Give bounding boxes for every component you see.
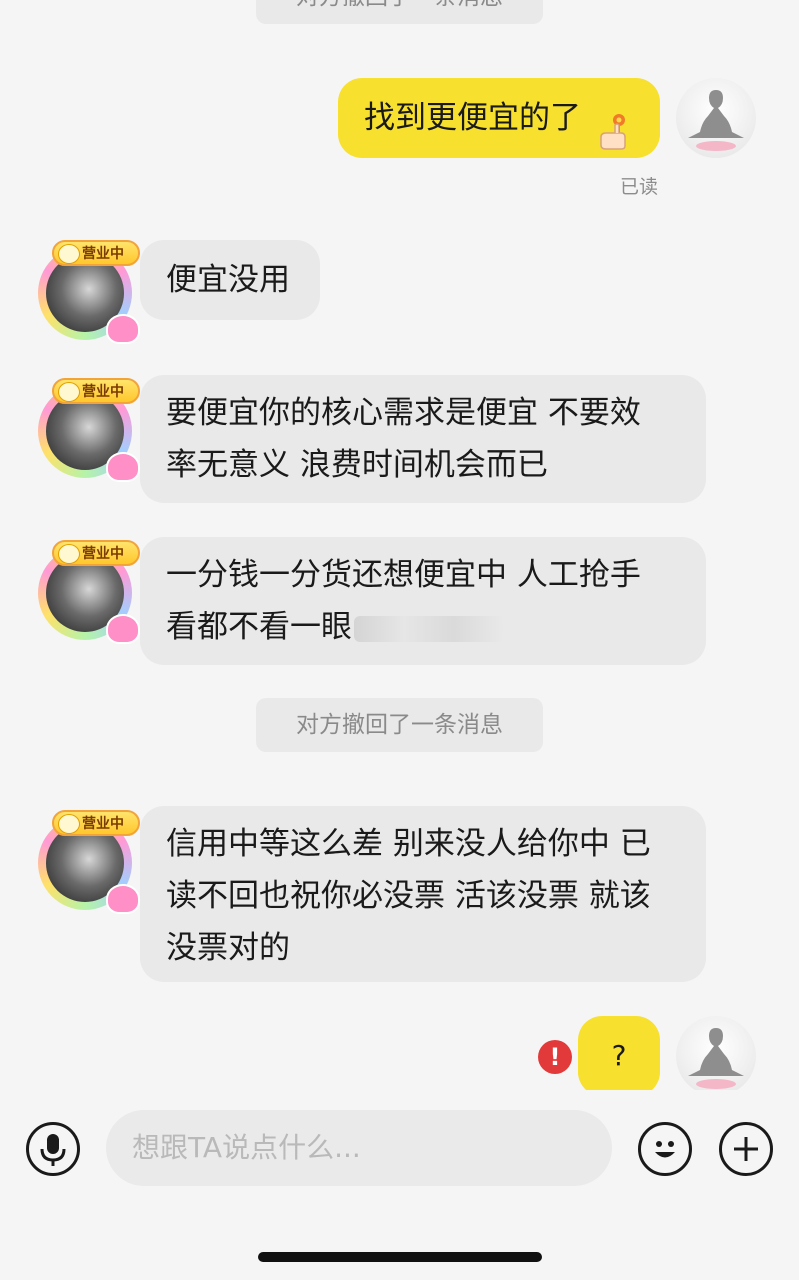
octopus-sticker-icon — [106, 614, 140, 644]
contact-message-bubble[interactable]: 信用中等这么差 别来没人给你中 已 读不回也祝你必没票 活该没票 就该 没票对的 — [140, 806, 706, 982]
self-message-bubble[interactable]: ? — [578, 1016, 660, 1096]
emoji-icon — [655, 1141, 675, 1158]
contact-avatar[interactable]: 营业中 — [38, 240, 140, 344]
message-text-line: 看都不看一眼 — [166, 609, 352, 645]
blurred-text — [354, 615, 504, 642]
message-text-line: 一分钱一分货还想便宜中 人工抢手 — [166, 557, 641, 593]
message-text-line: 信用中等这么差 别来没人给你中 已 — [166, 826, 651, 862]
business-badge: 营业中 — [52, 810, 140, 836]
message-text: 便宜没用 — [166, 262, 290, 298]
my-avatar[interactable] — [676, 1016, 756, 1096]
octopus-sticker-icon — [106, 884, 140, 914]
thumb-flower-icon — [597, 101, 631, 150]
emoji-button[interactable] — [638, 1122, 692, 1176]
octopus-sticker-icon — [106, 452, 140, 482]
contact-avatar[interactable]: 营业中 — [38, 810, 140, 914]
message-text: 找到更便宜的了 — [364, 100, 581, 136]
contact-message-bubble[interactable]: 便宜没用 — [140, 240, 320, 320]
contact-message-bubble[interactable]: 一分钱一分货还想便宜中 人工抢手 看都不看一眼 — [140, 537, 706, 665]
message-text-line: 要便宜你的核心需求是便宜 不要效 — [166, 395, 641, 431]
contact-avatar[interactable]: 营业中 — [38, 540, 140, 644]
microphone-icon — [40, 1134, 66, 1166]
recall-notice-text: 对方撤回了一条消息 — [296, 712, 503, 738]
self-message-bubble[interactable]: 找到更便宜的了 — [338, 78, 660, 158]
my-avatar[interactable] — [676, 78, 756, 158]
recall-notice-top: 对方撤回了一条消息 — [256, 0, 543, 24]
message-text: ? — [611, 1039, 627, 1072]
message-text-line: 率无意义 浪费时间机会而已 — [166, 447, 548, 483]
voice-button[interactable] — [26, 1122, 80, 1176]
read-status: 已读 — [620, 176, 659, 198]
home-indicator[interactable] — [258, 1252, 542, 1262]
contact-message-bubble[interactable]: 要便宜你的核心需求是便宜 不要效 率无意义 浪费时间机会而已 — [140, 375, 706, 503]
message-text-line: 读不回也祝你必没票 活该没票 就该 — [166, 878, 651, 914]
business-badge: 营业中 — [52, 240, 140, 266]
more-button[interactable] — [719, 1122, 773, 1176]
business-badge: 营业中 — [52, 540, 140, 566]
recall-notice: 对方撤回了一条消息 — [256, 698, 543, 752]
plus-icon — [734, 1137, 758, 1161]
error-icon[interactable]: ! — [538, 1040, 572, 1074]
message-text-line: 没票对的 — [166, 930, 290, 966]
octopus-sticker-icon — [106, 314, 140, 344]
recall-notice-top-text: 对方撤回了一条消息 — [296, 0, 503, 10]
business-badge: 营业中 — [52, 378, 140, 404]
contact-avatar[interactable]: 营业中 — [38, 378, 140, 482]
message-input-placeholder: 想跟TA说点什么... — [132, 1131, 361, 1164]
message-input[interactable]: 想跟TA说点什么... — [106, 1110, 612, 1186]
